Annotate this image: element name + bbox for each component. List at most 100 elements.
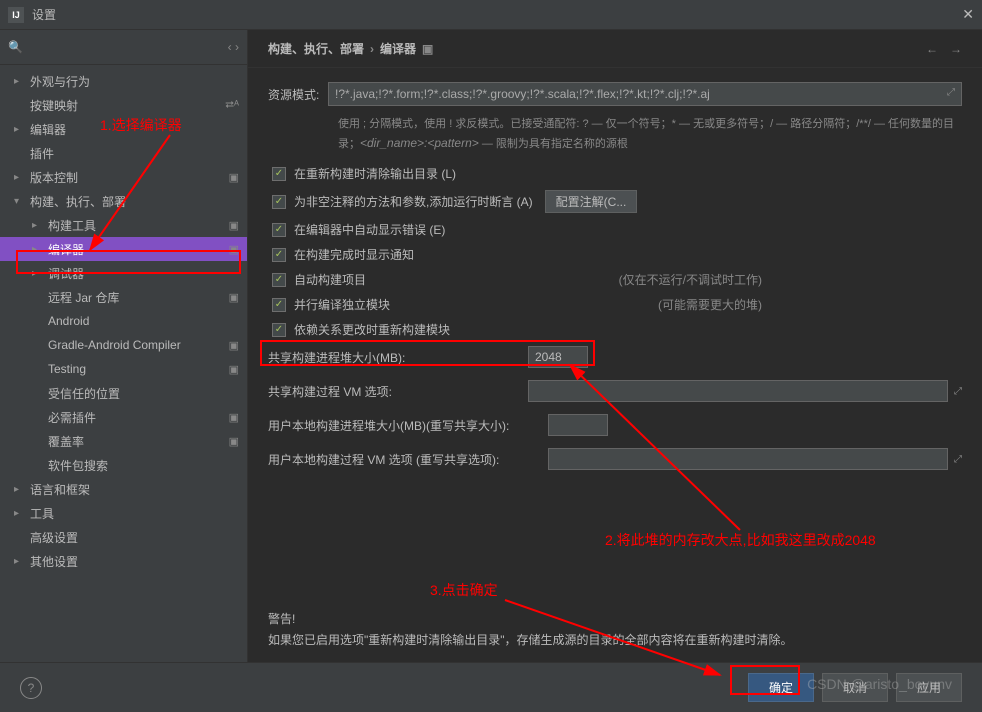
pattern-label: 资源模式: — [268, 82, 328, 103]
sidebar-item[interactable]: 插件 — [0, 141, 247, 165]
search-icon: 🔍 — [8, 40, 23, 54]
search-nav-icons[interactable]: ‹ › — [228, 40, 239, 54]
checkbox[interactable]: ✓ — [272, 195, 286, 209]
breadcrumb-part: 编译器 — [380, 40, 416, 57]
chevron-icon: ▸ — [14, 484, 26, 495]
chevron-icon: ▸ — [32, 220, 44, 231]
chevron-icon: ▾ — [14, 196, 26, 207]
checkbox-row: ✓在编辑器中自动显示错误 (E) — [268, 221, 962, 238]
module-badge-icon: ▣ — [229, 435, 239, 448]
checkbox-note: (仅在不运行/不调试时工作) — [619, 271, 962, 288]
sidebar-item-label: 编辑器 — [30, 121, 239, 138]
chevron-icon: ▸ — [14, 172, 26, 183]
sidebar-item[interactable]: ▸编译器▣ — [0, 237, 247, 261]
sidebar-item-label: 高级设置 — [30, 529, 239, 546]
sidebar-item-label: 插件 — [30, 145, 239, 162]
chevron-icon: ▸ — [14, 556, 26, 567]
sidebar-item-label: 其他设置 — [30, 553, 239, 570]
sidebar-item-label: 必需插件 — [48, 409, 225, 426]
watermark: CSDN @aristo_boyunv — [807, 676, 952, 692]
sidebar-item[interactable]: 软件包搜索 — [0, 453, 247, 477]
breadcrumb-sep: › — [370, 42, 374, 56]
checkbox[interactable]: ✓ — [272, 167, 286, 181]
module-badge-icon: ▣ — [229, 411, 239, 424]
checkbox[interactable]: ✓ — [272, 323, 286, 337]
sidebar-item-label: 调试器 — [48, 265, 239, 282]
vm-input[interactable] — [528, 380, 948, 402]
heap-input[interactable] — [528, 346, 588, 368]
sidebar-item[interactable]: ▾ 构建、执行、部署 — [0, 189, 247, 213]
user-heap-input[interactable] — [548, 414, 608, 436]
chevron-icon: ▸ — [14, 76, 26, 87]
sidebar-item[interactable]: Android — [0, 309, 247, 333]
checkbox[interactable]: ✓ — [272, 298, 286, 312]
sidebar-item[interactable]: 必需插件 ▣ — [0, 405, 247, 429]
sidebar-item[interactable]: 按键映射⮂ᴬ — [0, 93, 247, 117]
chevron-icon: ▸ — [32, 268, 44, 279]
checkbox-note: (可能需要更大的堆) — [658, 296, 962, 313]
sidebar-item[interactable]: ▸ 语言和框架 — [0, 477, 247, 501]
user-vm-input[interactable] — [548, 448, 948, 470]
expand-icon[interactable]: ⤢ — [954, 454, 962, 465]
sidebar-item[interactable]: 远程 Jar 仓库▣ — [0, 285, 247, 309]
settings-tree: ▸外观与行为按键映射⮂ᴬ▸编辑器插件▸版本控制▣▾构建、执行、部署▸构建工具▣▸… — [0, 65, 247, 662]
module-badge-icon: ⮂ᴬ — [225, 99, 239, 112]
checkbox[interactable]: ✓ — [272, 223, 286, 237]
sidebar-item-label: 版本控制 — [30, 169, 225, 186]
chevron-icon: ▸ — [14, 508, 26, 519]
sidebar-item[interactable]: ▸ 工具 — [0, 501, 247, 525]
sidebar-item[interactable]: ▸ 版本控制 ▣ — [0, 165, 247, 189]
checkbox-label: 为非空注释的方法和参数,添加运行时断言 (A) — [294, 193, 533, 210]
module-badge-icon: ▣ — [229, 291, 239, 304]
warning-text: 如果您已启用选项"重新构建时清除输出目录"，存储生成源的目录的全部内容将在重新构… — [268, 631, 962, 648]
search-input[interactable] — [27, 36, 228, 58]
pattern-input[interactable]: !?*.java;!?*.form;!?*.class;!?*.groovy;!… — [328, 82, 962, 106]
configure-button[interactable]: 配置注解(C... — [545, 190, 638, 213]
checkbox-row: ✓ 自动构建项目 (仅在不运行/不调试时工作) — [268, 271, 962, 288]
sidebar-item[interactable]: 受信任的位置 — [0, 381, 247, 405]
back-icon[interactable]: ← — [926, 42, 938, 56]
sidebar-item[interactable]: ▸外观与行为 — [0, 69, 247, 93]
sidebar-item-label: 构建、执行、部署 — [30, 193, 239, 210]
titlebar: IJ 设置 ✕ — [0, 0, 982, 30]
ok-button[interactable]: 确定 — [748, 673, 814, 702]
checkbox-row: ✓ 为非空注释的方法和参数,添加运行时断言 (A) 配置注解(C... — [268, 190, 962, 213]
sidebar-item[interactable]: 覆盖率 ▣ — [0, 429, 247, 453]
checkbox-label: 并行编译独立模块 — [294, 296, 390, 313]
search-row: 🔍 ‹ › — [0, 30, 247, 65]
close-icon[interactable]: ✕ — [962, 6, 974, 23]
sidebar-item[interactable]: Testing ▣ — [0, 357, 247, 381]
sidebar-item[interactable]: 高级设置 — [0, 525, 247, 549]
chevron-icon: ▸ — [14, 124, 26, 135]
user-heap-label: 用户本地构建进程堆大小(MB)(重写共享大小): — [268, 417, 548, 434]
form-area: 资源模式: !?*.java;!?*.form;!?*.class;!?*.gr… — [248, 68, 982, 662]
forward-icon[interactable]: → — [950, 42, 962, 56]
checkbox-label: 依赖关系更改时重新构建模块 — [294, 321, 450, 338]
checkbox[interactable]: ✓ — [272, 273, 286, 287]
sidebar-item-label: 编译器 — [48, 241, 225, 258]
sidebar-item[interactable]: ▸ 其他设置 — [0, 549, 247, 573]
sidebar-item-label: Gradle-Android Compiler — [48, 338, 225, 352]
sidebar-item-label: 语言和框架 — [30, 481, 239, 498]
sidebar-item-label: 软件包搜索 — [48, 457, 239, 474]
module-badge-icon: ▣ — [229, 243, 239, 256]
expand-icon[interactable]: ⤢ — [954, 386, 962, 397]
sidebar-item-label: 构建工具 — [48, 217, 225, 234]
checkbox-label: 在重新构建时清除输出目录 (L) — [294, 165, 456, 182]
sidebar-item-label: 工具 — [30, 505, 239, 522]
sidebar-item-label: Testing — [48, 362, 225, 376]
checkbox[interactable]: ✓ — [272, 248, 286, 262]
module-badge-icon: ▣ — [229, 171, 239, 184]
sidebar-item[interactable]: ▸ 调试器 — [0, 261, 247, 285]
expand-icon[interactable]: ⤢ — [947, 87, 955, 98]
help-icon[interactable]: ? — [20, 677, 42, 699]
sidebar-item[interactable]: Gradle-Android Compiler▣ — [0, 333, 247, 357]
sidebar-item[interactable]: ▸ 编辑器 — [0, 117, 247, 141]
sidebar-item[interactable]: ▸构建工具▣ — [0, 213, 247, 237]
warning-title: 警告! — [268, 610, 962, 627]
sidebar-item-label: 覆盖率 — [48, 433, 225, 450]
warning-block: 警告! 如果您已启用选项"重新构建时清除输出目录"，存储生成源的目录的全部内容将… — [268, 610, 962, 648]
checkbox-label: 自动构建项目 — [294, 271, 366, 288]
module-badge-icon: ▣ — [229, 363, 239, 376]
content-panel: 构建、执行、部署 › 编译器 ▣ ← → 资源模式: !?*.java;!?*.… — [248, 30, 982, 662]
